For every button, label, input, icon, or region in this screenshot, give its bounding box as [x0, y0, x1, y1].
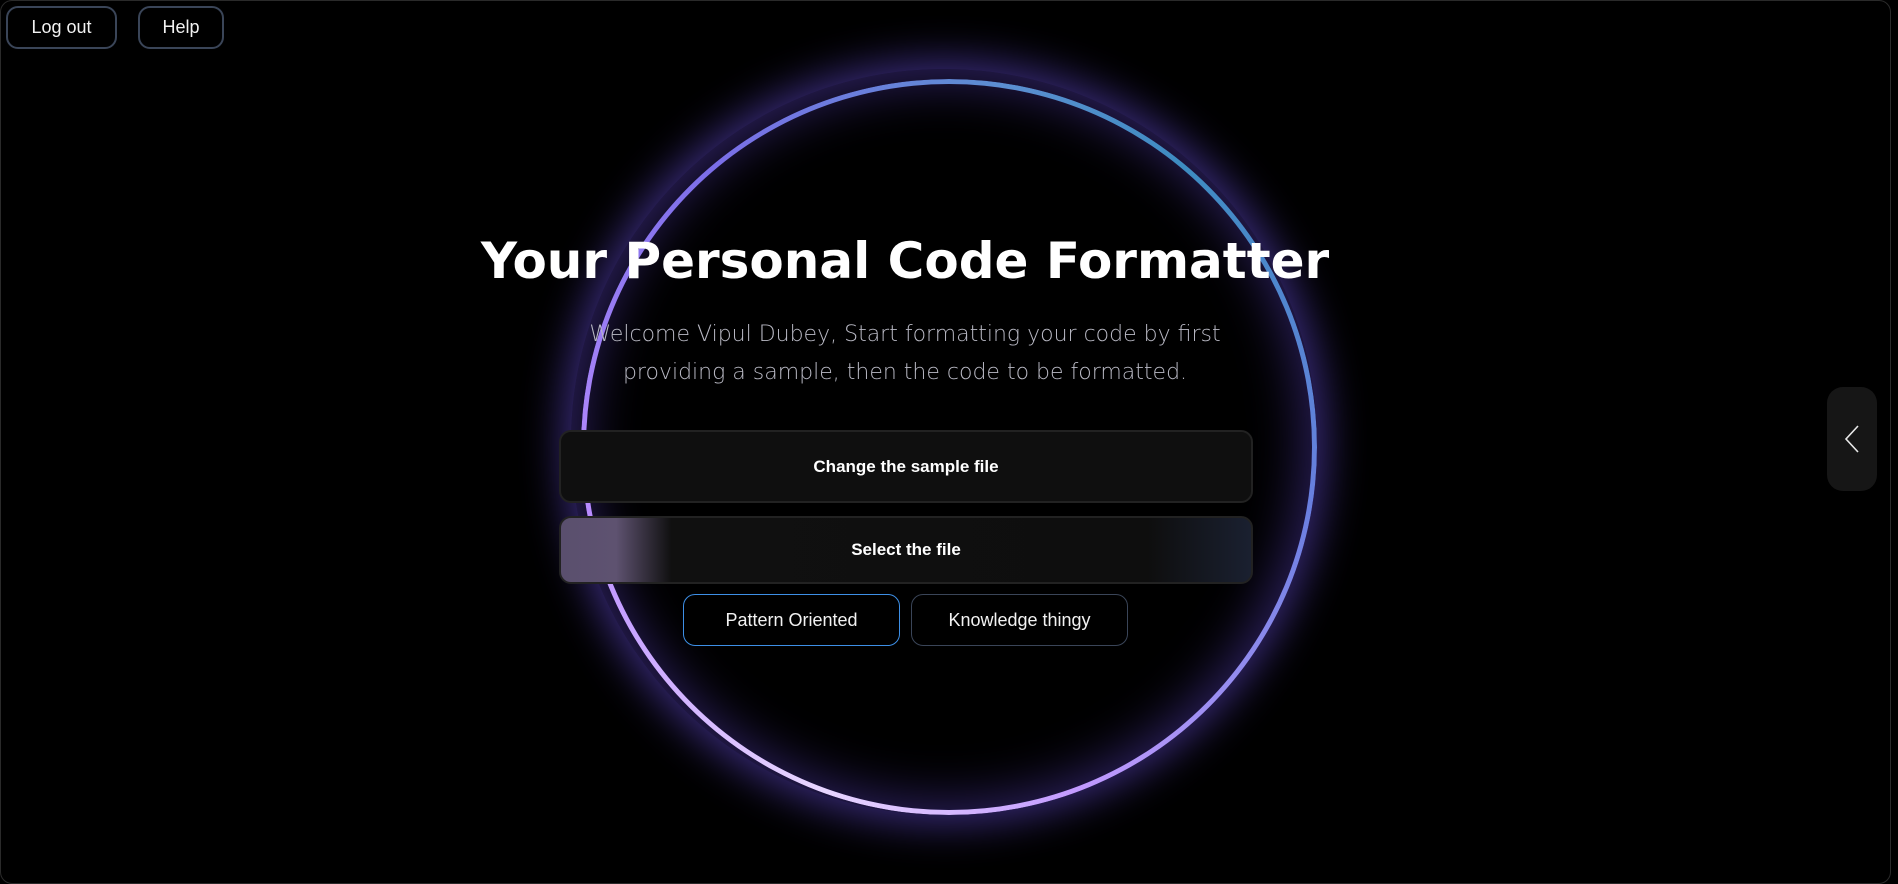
- help-button[interactable]: Help: [138, 6, 224, 49]
- mode-pattern-oriented-button[interactable]: Pattern Oriented: [683, 594, 900, 646]
- change-sample-file-button[interactable]: Change the sample file: [559, 430, 1253, 503]
- select-file-button[interactable]: Select the file: [559, 516, 1253, 584]
- logout-button[interactable]: Log out: [6, 6, 117, 49]
- mode-knowledge-thingy-button[interactable]: Knowledge thingy: [911, 594, 1128, 646]
- side-panel-toggle[interactable]: [1827, 387, 1877, 491]
- page-title: Your Personal Code Formatter: [480, 232, 1330, 290]
- page-subtitle: Welcome Vipul Dubey, Start formatting yo…: [589, 322, 1221, 385]
- chevron-left-icon: [1844, 425, 1859, 453]
